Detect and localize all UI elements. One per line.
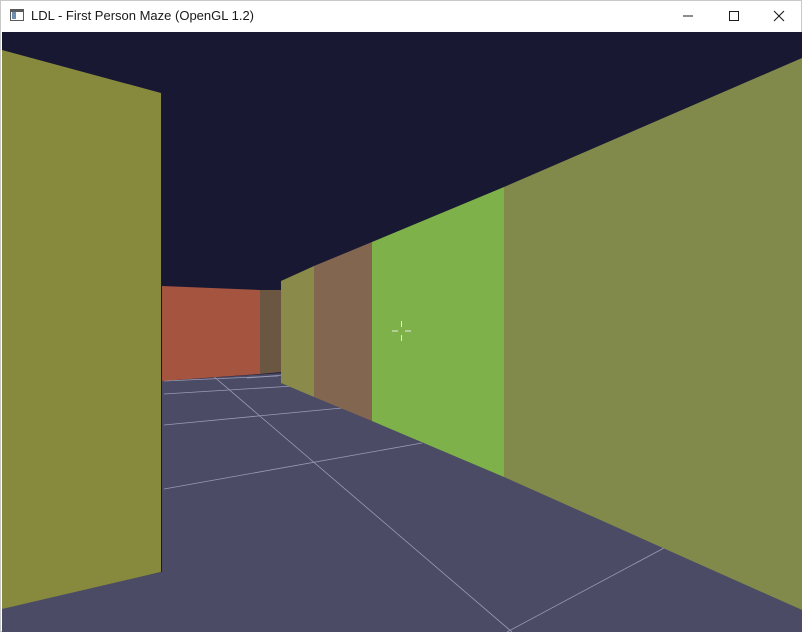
maze-scene [2,32,802,632]
app-window: LDL - First Person Maze (OpenGL 1.2) [0,0,802,632]
maximize-button[interactable] [711,1,757,31]
far-wall-dark-brown [260,290,282,374]
game-viewport[interactable] [2,32,802,632]
app-icon [10,9,24,21]
right-wall-brown [314,242,372,421]
close-button[interactable] [756,1,802,31]
minimize-icon [683,15,693,17]
minimize-button[interactable] [665,1,711,31]
far-wall-red [162,286,260,381]
left-wall-olive [2,50,161,609]
right-wall-far-olive [281,266,314,397]
title-bar[interactable]: LDL - First Person Maze (OpenGL 1.2) [1,1,801,31]
maximize-icon [729,11,739,21]
close-icon [773,10,785,22]
window-title: LDL - First Person Maze (OpenGL 1.2) [31,8,255,23]
